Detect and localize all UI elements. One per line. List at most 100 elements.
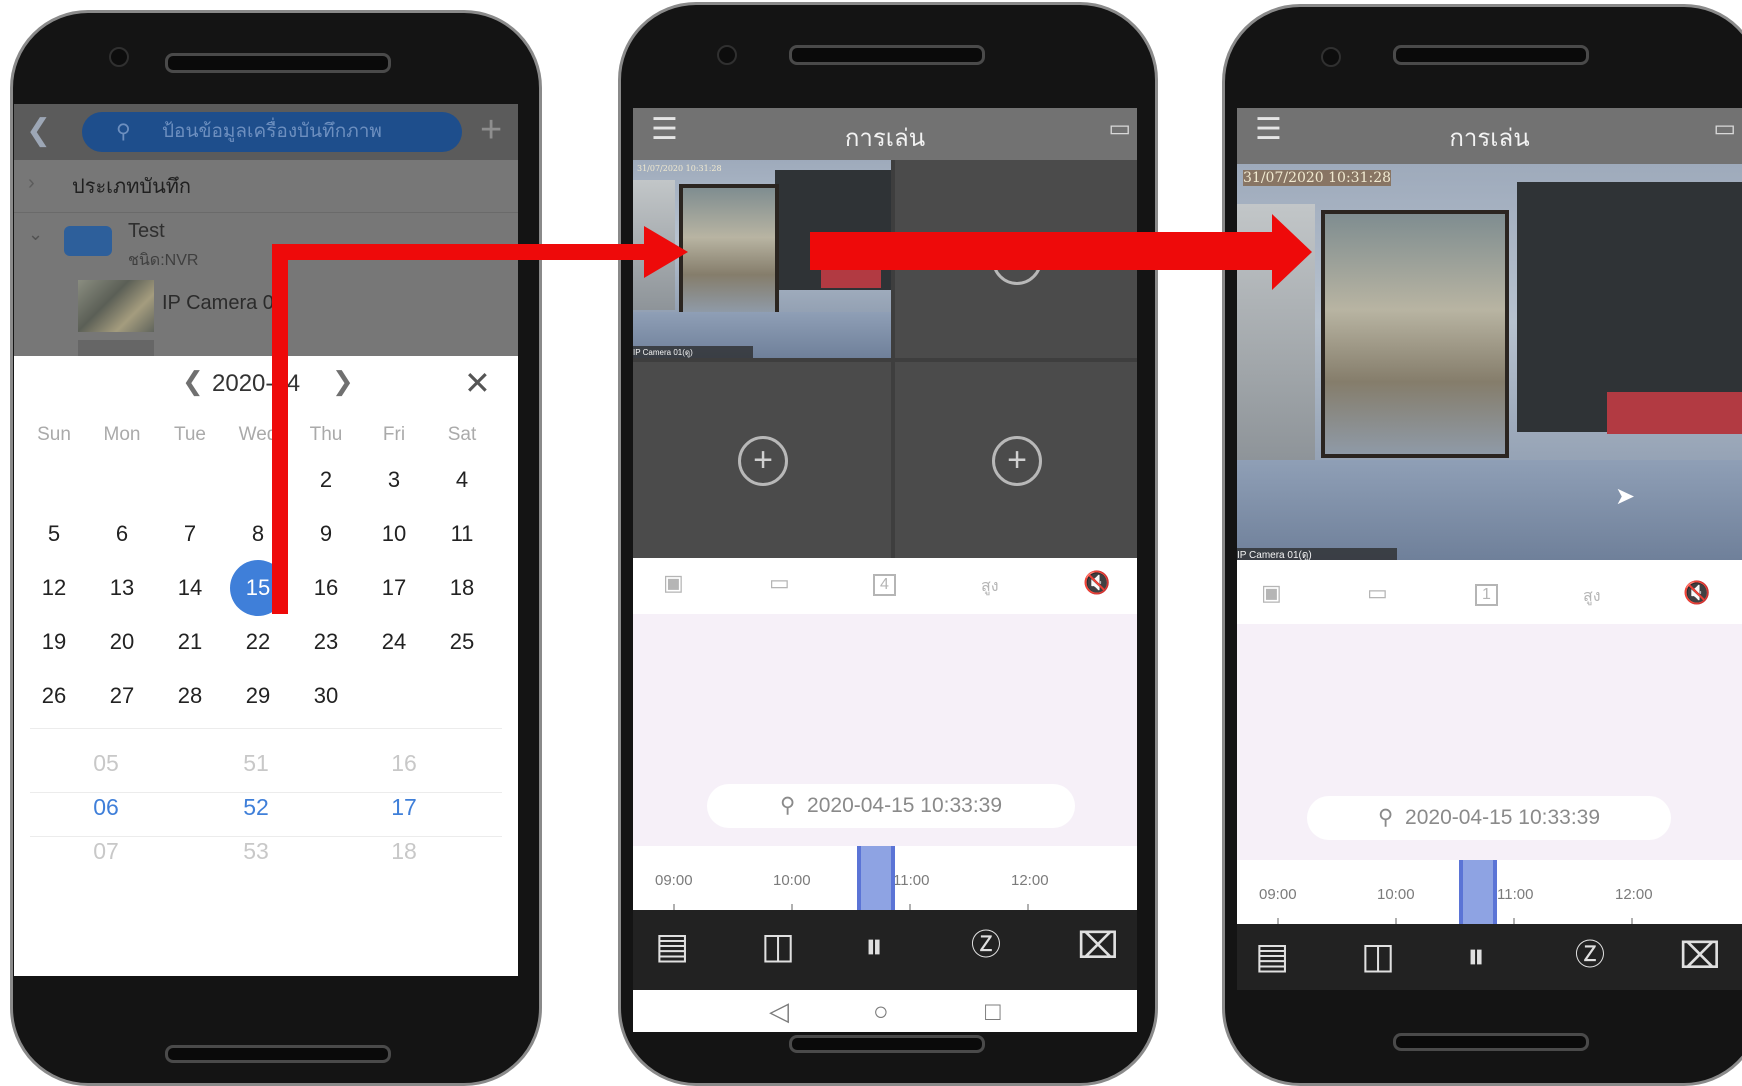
datetime-search[interactable]: ⚲ 2020-04-15 10:33:39	[1307, 796, 1671, 840]
camera-thumbnail-2[interactable]	[78, 340, 154, 356]
calendar-day[interactable]: 13	[94, 560, 150, 616]
quality-button[interactable]: สูง	[981, 574, 999, 599]
screen-rotate-icon[interactable]: ▭	[1713, 114, 1736, 143]
calendar-day[interactable]: 25	[434, 614, 490, 670]
calendar-day[interactable]: 22	[230, 614, 286, 670]
weekday-label: Sat	[447, 424, 477, 445]
calendar-day[interactable]: 21	[162, 614, 218, 670]
add-camera-icon[interactable]: +	[738, 436, 788, 486]
screen-rotate-icon[interactable]: ▭	[1108, 114, 1131, 143]
calendar-day[interactable]: 24	[366, 614, 422, 670]
calendar-day[interactable]: 11	[434, 506, 490, 562]
pause-icon[interactable]: ⏸	[1467, 936, 1485, 976]
search-icon: ⚲	[1377, 806, 1394, 829]
calendar-day[interactable]: 5	[26, 506, 82, 562]
record-icon[interactable]: ▭	[769, 570, 790, 596]
calendar-day[interactable]: 12	[26, 560, 82, 616]
snapshot-icon[interactable]: ▣	[663, 570, 684, 596]
datetime-search[interactable]: ⚲ 2020-04-15 10:33:39	[707, 784, 1075, 828]
timeline-label: 09:00	[1259, 886, 1297, 903]
time-picker-hour[interactable]: 05	[66, 750, 146, 777]
camera-thumbnail[interactable]	[78, 280, 154, 332]
calendar-day[interactable]: 9	[298, 506, 354, 562]
video-timestamp: 31/07/2020 10:31:28	[637, 164, 722, 173]
mute-icon[interactable]: 🔇	[1083, 570, 1110, 596]
quality-button[interactable]: สูง	[1583, 584, 1601, 609]
timeline-label: 10:00	[1377, 886, 1415, 903]
calendar-day[interactable]: 20	[94, 614, 150, 670]
close-all-icon[interactable]: ⌧	[1077, 926, 1118, 966]
nvr-device-icon	[64, 226, 112, 256]
timeline[interactable]: 09:00 10:00 11:00 12:00	[1237, 860, 1742, 924]
video-cell-3[interactable]: +	[633, 362, 891, 558]
list-item-category[interactable]: › ประเภทบันทึก	[14, 160, 518, 213]
calendar-day[interactable]: 3	[366, 452, 422, 508]
device-name[interactable]: Test	[128, 220, 165, 243]
speed-icon[interactable]: Ⓩ	[1575, 936, 1605, 976]
close-all-icon[interactable]: ⌧	[1679, 936, 1720, 976]
add-camera-icon[interactable]: +	[992, 436, 1042, 486]
split-screen-icon[interactable]: ◫	[1361, 936, 1395, 976]
back-icon[interactable]: ❮	[26, 116, 51, 146]
calendar-day[interactable]: 18	[434, 560, 490, 616]
calendar-day[interactable]: 27	[94, 668, 150, 724]
recording-segment[interactable]	[857, 846, 895, 910]
calendar-day[interactable]: 30	[298, 668, 354, 724]
timeline[interactable]: 09:00 10:00 11:00 12:00	[633, 846, 1137, 910]
calendar-day[interactable]: 29	[230, 668, 286, 724]
prev-month-icon[interactable]: ❮	[182, 366, 204, 397]
mute-icon[interactable]: 🔇	[1683, 580, 1710, 606]
calendar-day[interactable]: 28	[162, 668, 218, 724]
calendar-day[interactable]: 14	[162, 560, 218, 616]
arrow-shaft	[810, 232, 1276, 270]
time-picker-hour[interactable]: 07	[66, 838, 146, 865]
pause-icon[interactable]: ⏸	[865, 926, 883, 966]
page-title: การเล่น	[844, 125, 926, 152]
screen-recorder-calendar: ❮ ⚲ ป้อนข้อมูลเครื่องบันทึกภาพ + › ประเภ…	[14, 104, 518, 976]
grid-layout-button[interactable]: 1	[1475, 584, 1498, 606]
playback-mode-icon[interactable]: ▤	[655, 926, 689, 966]
calendar-day[interactable]: 10	[366, 506, 422, 562]
weekday-label: Fri	[382, 424, 406, 445]
time-picker-minute[interactable]: 53	[216, 838, 296, 865]
calendar-day[interactable]: 6	[94, 506, 150, 562]
time-picker-minute[interactable]: 51	[216, 750, 296, 777]
calendar-day[interactable]: 26	[26, 668, 82, 724]
next-month-icon[interactable]: ❯	[332, 366, 354, 397]
nav-home-icon[interactable]: ○	[873, 996, 889, 1027]
calendar-day[interactable]: 16	[298, 560, 354, 616]
floor	[1237, 460, 1742, 560]
record-icon[interactable]: ▭	[1367, 580, 1388, 606]
calendar-day[interactable]: 2	[298, 452, 354, 508]
add-icon[interactable]: +	[480, 108, 502, 152]
close-icon[interactable]: ✕	[464, 364, 491, 402]
nav-back-icon[interactable]: ◁	[769, 996, 789, 1027]
search-input[interactable]: ⚲ ป้อนข้อมูลเครื่องบันทึกภาพ	[82, 112, 462, 152]
split-screen-icon[interactable]: ◫	[761, 926, 795, 966]
glass-door	[1321, 210, 1509, 458]
playback-mode-icon[interactable]: ▤	[1255, 936, 1289, 976]
time-picker-second[interactable]: 17	[364, 794, 444, 821]
android-navbar: ◁ ○ □	[633, 990, 1137, 1032]
calendar-day[interactable]: 23	[298, 614, 354, 670]
calendar-day[interactable]: 7	[162, 506, 218, 562]
grid-layout-button[interactable]: 4	[873, 574, 896, 596]
speed-icon[interactable]: Ⓩ	[971, 926, 1001, 966]
snapshot-icon[interactable]: ▣	[1261, 580, 1282, 606]
bottom-toolbar: ▤ ◫ ⏸ Ⓩ ⌧	[1237, 924, 1742, 990]
calendar-day[interactable]: 17	[366, 560, 422, 616]
time-picker-minute[interactable]: 52	[216, 794, 296, 821]
time-picker-second[interactable]: 16	[364, 750, 444, 777]
chevron-down-icon[interactable]: ⌄	[28, 224, 43, 245]
calendar-day[interactable]: 19	[26, 614, 82, 670]
camera-label: IP Camera 01(ดู)	[633, 346, 753, 358]
recording-segment[interactable]	[1459, 860, 1497, 924]
video-cell-4[interactable]: +	[895, 362, 1137, 558]
video-feed-fullsize[interactable]: 31/07/2020 10:31:28 IP Camera 01(ดู) ➤	[1237, 164, 1742, 560]
category-label: ประเภทบันทึก	[72, 176, 192, 198]
time-picker-second[interactable]: 18	[364, 838, 444, 865]
camera-name[interactable]: IP Camera 01	[162, 292, 285, 315]
calendar-day[interactable]: 4	[434, 452, 490, 508]
time-picker-hour[interactable]: 06	[66, 794, 146, 821]
nav-recents-icon[interactable]: □	[985, 996, 1001, 1027]
